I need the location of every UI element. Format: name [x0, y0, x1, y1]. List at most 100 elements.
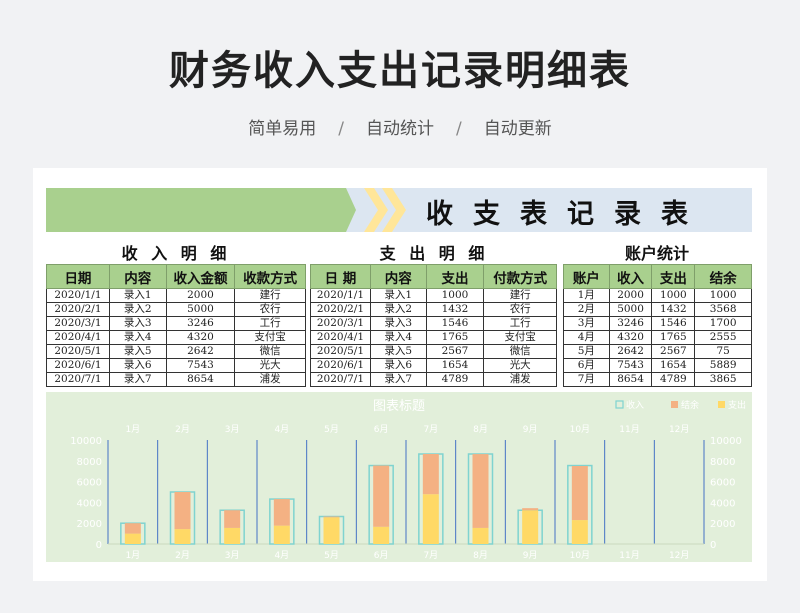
table-cell[interactable]: 7月: [563, 372, 610, 387]
table-cell[interactable]: 工行: [234, 316, 306, 331]
table-cell[interactable]: 工行: [483, 316, 557, 331]
table-cell[interactable]: 2020/2/1: [46, 302, 110, 317]
table-cell[interactable]: 2020/7/1: [46, 372, 110, 387]
table-cell[interactable]: 1432: [425, 302, 485, 317]
table-cell[interactable]: 5000: [608, 302, 653, 317]
table-cell[interactable]: 2020/7/1: [310, 372, 371, 387]
table-cell[interactable]: 光大: [483, 358, 557, 373]
table-cell[interactable]: 1432: [651, 302, 696, 317]
table-cell[interactable]: 4320: [165, 330, 236, 345]
x-tick-label-top: 3月: [225, 424, 240, 435]
bar-balance: [571, 466, 588, 521]
table-cell[interactable]: 5889: [694, 358, 752, 373]
table-cell[interactable]: 建行: [234, 288, 306, 303]
table-cell[interactable]: 5000: [165, 302, 236, 317]
table-cell[interactable]: 1765: [425, 330, 485, 345]
table-cell[interactable]: 1000: [651, 288, 696, 303]
table-cell[interactable]: 微信: [234, 344, 306, 359]
table-cell[interactable]: 录入6: [108, 358, 167, 373]
table-cell[interactable]: 1546: [425, 316, 485, 331]
table-cell[interactable]: 3月: [563, 316, 610, 331]
table-cell[interactable]: 2020/4/1: [46, 330, 110, 345]
table-cell[interactable]: 录入4: [369, 330, 427, 345]
table-cell[interactable]: 1000: [694, 288, 752, 303]
table-cell[interactable]: 支付宝: [483, 330, 557, 345]
x-tick-label-top: 12月: [669, 424, 689, 435]
table-cell[interactable]: 光大: [234, 358, 306, 373]
table-cell[interactable]: 1765: [651, 330, 696, 345]
table-cell[interactable]: 2020/1/1: [310, 288, 371, 303]
table-cell[interactable]: 1546: [651, 316, 696, 331]
table-header-row: 账户 收入 支出 结余: [563, 264, 752, 289]
table-cell[interactable]: 6月: [563, 358, 610, 373]
x-tick-label: 1月: [125, 550, 140, 561]
table-cell[interactable]: 农行: [234, 302, 306, 317]
x-tick-label: 6月: [374, 550, 389, 561]
table-cell[interactable]: 2020/1/1: [46, 288, 110, 303]
table-cell[interactable]: 微信: [483, 344, 557, 359]
table-cell[interactable]: 录入1: [369, 288, 427, 303]
table-cell[interactable]: 7543: [165, 358, 236, 373]
table-cell[interactable]: 2642: [165, 344, 236, 359]
table-cell[interactable]: 1000: [425, 288, 485, 303]
table-cell[interactable]: 1654: [651, 358, 696, 373]
table-cell[interactable]: 2020/5/1: [46, 344, 110, 359]
table-cell[interactable]: 1654: [425, 358, 485, 373]
table-cell[interactable]: 浦发: [483, 372, 557, 387]
table-cell[interactable]: 4月: [563, 330, 610, 345]
table-cell[interactable]: 2000: [608, 288, 653, 303]
table-cell[interactable]: 2000: [165, 288, 236, 303]
table-cell[interactable]: 2567: [651, 344, 696, 359]
table-cell[interactable]: 75: [694, 344, 752, 359]
table-cell[interactable]: 4789: [425, 372, 485, 387]
table-cell[interactable]: 4789: [651, 372, 696, 387]
table-cell[interactable]: 录入1: [108, 288, 167, 303]
table-cell[interactable]: 5月: [563, 344, 610, 359]
table-cell[interactable]: 2642: [608, 344, 653, 359]
table-row: 2020/1/1 录入1 1000 建行: [310, 288, 557, 303]
table-cell[interactable]: 录入3: [369, 316, 427, 331]
table-cell[interactable]: 录入7: [369, 372, 427, 387]
table-cell[interactable]: 录入7: [108, 372, 167, 387]
table-cell[interactable]: 2020/5/1: [310, 344, 371, 359]
table-cell[interactable]: 录入2: [108, 302, 167, 317]
table-cell[interactable]: 录入5: [369, 344, 427, 359]
table-cell[interactable]: 8654: [608, 372, 653, 387]
table-cell[interactable]: 3865: [694, 372, 752, 387]
table-cell[interactable]: 2020/4/1: [310, 330, 371, 345]
table-cell[interactable]: 浦发: [234, 372, 306, 387]
table-cell[interactable]: 1700: [694, 316, 752, 331]
table-cell[interactable]: 录入5: [108, 344, 167, 359]
table-cell[interactable]: 2020/6/1: [310, 358, 371, 373]
table-cell[interactable]: 2555: [694, 330, 752, 345]
feature-tags: 简单易用 / 自动统计 / 自动更新: [0, 114, 800, 139]
table-cell[interactable]: 4320: [608, 330, 653, 345]
table-cell[interactable]: 录入4: [108, 330, 167, 345]
table-cell[interactable]: 农行: [483, 302, 557, 317]
table-row: 2020/7/1 录入7 8654 浦发: [46, 372, 306, 387]
table-cell[interactable]: 录入3: [108, 316, 167, 331]
table-cell[interactable]: 2020/2/1: [310, 302, 371, 317]
column-header: 收入: [608, 264, 653, 289]
table-cell[interactable]: 2020/3/1: [46, 316, 110, 331]
table-cell[interactable]: 录入2: [369, 302, 427, 317]
table-cell[interactable]: 8654: [165, 372, 236, 387]
table-cell[interactable]: 3568: [694, 302, 752, 317]
bar-expense: [571, 520, 588, 544]
income-table: 日期 内容 收入金额 收款方式 2020/1/1 录入1 2000 建行 2020/2/1 录入…: [46, 264, 306, 387]
tag-separator: /: [456, 119, 462, 139]
table-cell[interactable]: 2020/6/1: [46, 358, 110, 373]
table-cell[interactable]: 3246: [608, 316, 653, 331]
table-row: 6月 7543 1654 5889: [563, 358, 752, 373]
table-cell[interactable]: 录入6: [369, 358, 427, 373]
y2-tick-label: 2000: [710, 519, 735, 530]
table-cell[interactable]: 2月: [563, 302, 610, 317]
table-cell[interactable]: 支付宝: [234, 330, 306, 345]
table-cell[interactable]: 1月: [563, 288, 610, 303]
table-cell[interactable]: 建行: [483, 288, 557, 303]
table-cell[interactable]: 3246: [165, 316, 236, 331]
table-cell[interactable]: 7543: [608, 358, 653, 373]
table-cell[interactable]: 2020/3/1: [310, 316, 371, 331]
chart-title: 图表标题: [373, 399, 425, 414]
table-cell[interactable]: 2567: [425, 344, 485, 359]
